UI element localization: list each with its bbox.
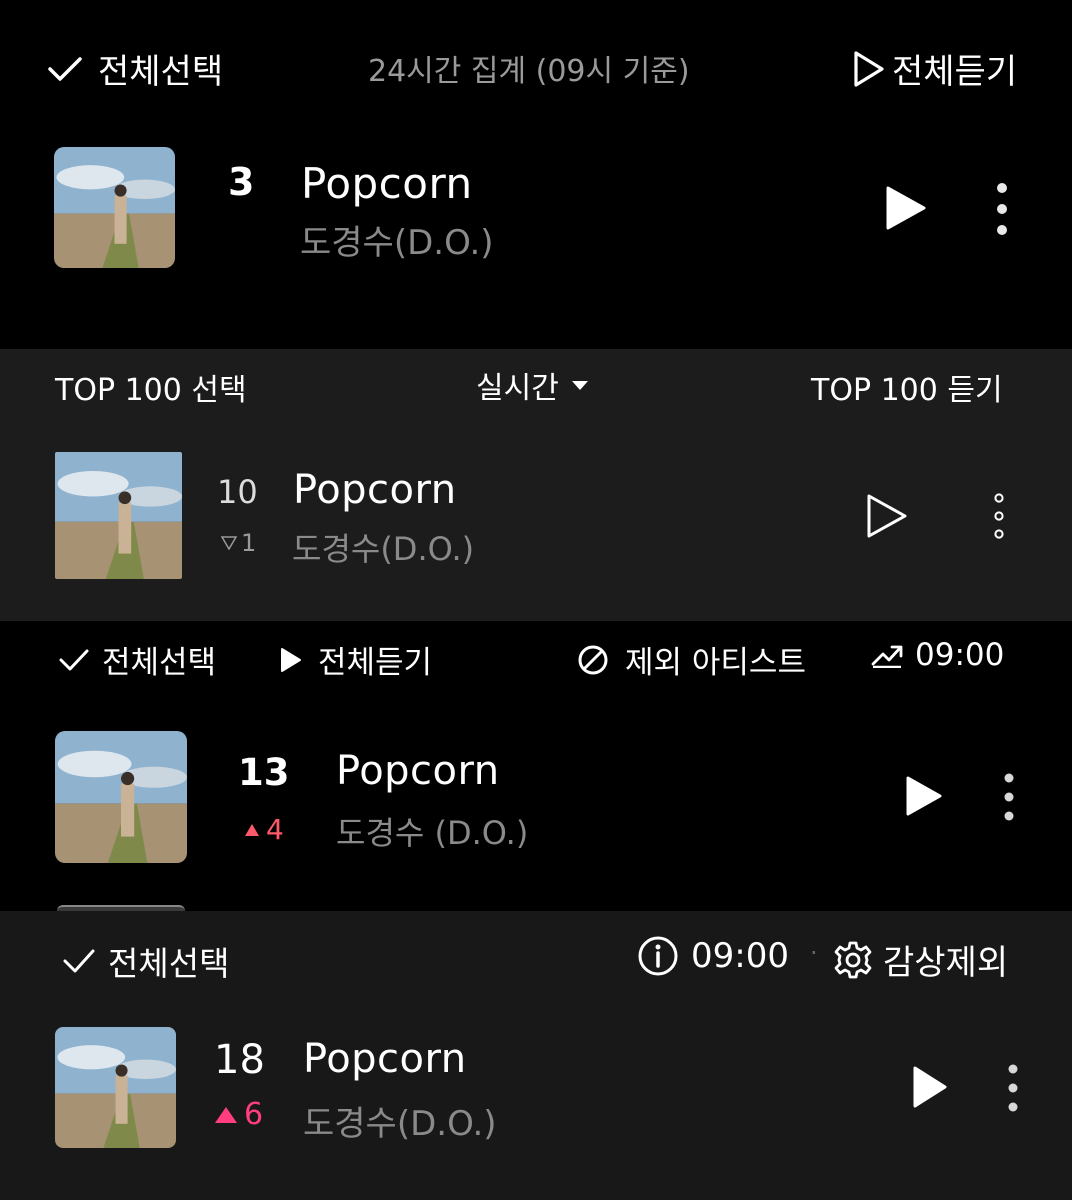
more-icon[interactable] — [998, 773, 1020, 821]
artist-name[interactable]: 도경수(D.O.) — [292, 524, 474, 570]
exclude-artist-button[interactable]: 제외 아티스트 — [577, 637, 806, 682]
rank-change-value: 4 — [266, 813, 284, 846]
rank-number: 10 — [217, 473, 258, 511]
rank-change-value: 6 — [244, 1097, 264, 1132]
song-title[interactable]: Popcorn — [293, 467, 457, 513]
check-icon — [58, 647, 90, 673]
chart-panel-24h: 전체선택 24시간 집계 (09시 기준) 전체듣기 3 Popcorn 도경수… — [0, 0, 1072, 349]
chart-time-label: 09:00 — [691, 936, 789, 976]
more-outline-icon[interactable] — [988, 493, 1010, 539]
separator-dot: · — [810, 939, 818, 967]
exclude-artist-label: 제외 아티스트 — [625, 645, 806, 681]
top100-select-button[interactable]: TOP 100 선택 — [55, 365, 247, 409]
album-art[interactable] — [54, 147, 175, 268]
play-icon — [278, 646, 304, 674]
check-icon — [46, 54, 84, 84]
select-all-label: 전체선택 — [108, 944, 230, 983]
chart-panel-realtime: TOP 100 선택 실시간 TOP 100 듣기 10 1 Popcorn 도… — [0, 349, 1072, 621]
mode-label: 실시간 — [476, 371, 559, 406]
chart-time-button[interactable]: 09:00 — [871, 637, 1004, 673]
play-all-button[interactable]: 전체듣기 — [850, 44, 1017, 93]
play-outline-icon — [850, 49, 886, 89]
rank-change: 4 — [244, 813, 284, 846]
select-all-label: 전체선택 — [102, 645, 217, 681]
chart-time-label: 09:00 — [915, 637, 1005, 673]
album-art[interactable] — [55, 731, 187, 863]
caret-down-icon — [571, 379, 589, 391]
song-title[interactable]: Popcorn — [303, 1036, 467, 1082]
exclude-listening-button[interactable]: 감상제외 — [833, 935, 1008, 984]
select-all-button[interactable]: 전체선택 — [62, 937, 229, 985]
select-all-button[interactable]: 전체선택 — [58, 637, 216, 682]
artist-name[interactable]: 도경수(D.O.) — [300, 215, 494, 264]
song-title[interactable]: Popcorn — [336, 748, 500, 794]
block-icon — [577, 644, 609, 676]
play-all-label: 전체듣기 — [892, 52, 1018, 92]
rank-change-value: 1 — [241, 529, 257, 557]
artist-name[interactable]: 도경수(D.O.) — [303, 1096, 497, 1145]
album-art[interactable] — [55, 1027, 176, 1148]
up-triangle-icon — [214, 1106, 238, 1124]
exclude-listening-label: 감상제외 — [883, 943, 1009, 983]
play-all-label: 전체듣기 — [318, 645, 433, 681]
artist-name[interactable]: 도경수 (D.O.) — [336, 808, 528, 854]
chart-panel-daily: 전체선택 09:00 · 감상제외 18 6 Popcorn 도경수(D.O.) — [0, 911, 1072, 1200]
rank-change: 1 — [221, 529, 256, 557]
gear-icon — [833, 940, 873, 980]
play-all-button[interactable]: 전체듣기 — [278, 637, 432, 682]
down-triangle-icon — [221, 536, 237, 550]
info-icon — [637, 935, 679, 977]
rank-number: 13 — [238, 751, 290, 794]
select-all-button[interactable]: 전체선택 — [46, 44, 223, 93]
more-icon[interactable] — [1002, 1064, 1024, 1112]
check-icon — [62, 947, 96, 975]
song-title[interactable]: Popcorn — [301, 159, 473, 208]
play-icon[interactable] — [909, 1065, 949, 1109]
chart-panel-hourly: 전체선택 전체듣기 제외 아티스트 09:00 13 4 Popcorn 도경수… — [0, 621, 1072, 911]
chart-info-button[interactable]: 09:00 — [637, 935, 789, 977]
aggregate-label: 24시간 집계 (09시 기준) — [368, 54, 690, 89]
up-triangle-icon — [244, 823, 260, 837]
mode-dropdown[interactable]: 실시간 — [476, 363, 589, 407]
rank-number: 18 — [214, 1037, 265, 1083]
rank-number: 3 — [228, 160, 255, 204]
rank-change: 6 — [214, 1097, 263, 1132]
album-art[interactable] — [55, 452, 182, 579]
select-all-label: 전체선택 — [98, 52, 224, 92]
play-outline-icon[interactable] — [864, 492, 910, 540]
top100-play-button[interactable]: TOP 100 듣기 — [811, 365, 1003, 409]
more-icon[interactable] — [990, 182, 1014, 236]
play-icon[interactable] — [882, 185, 928, 231]
play-icon[interactable] — [902, 775, 944, 817]
trend-up-icon — [871, 642, 903, 668]
